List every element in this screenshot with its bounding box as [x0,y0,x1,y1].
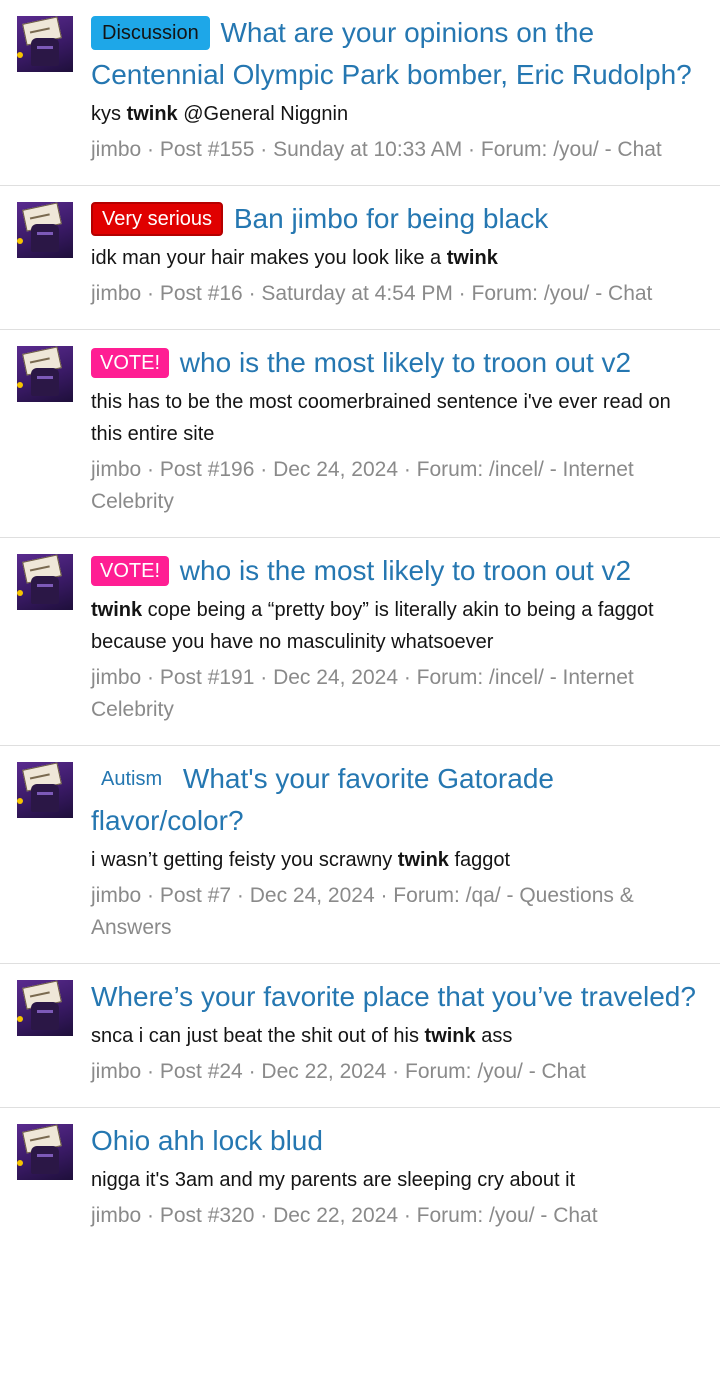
prefix-badge[interactable]: VOTE! [91,556,170,586]
post-snippet: i wasn’t getting feisty you scrawny twin… [91,849,511,871]
prefix-badge[interactable]: Discussion [91,16,210,50]
thread-title-link[interactable]: Ban jimbo for being black [234,203,548,234]
post-snippet: this has to be the most coomerbrained se… [91,391,671,445]
list-item: VOTE! who is the most likely to troon ou… [0,330,720,538]
prefix-badge[interactable]: Autism [91,764,172,794]
post-snippet: nigga it's 3am and my parents are sleepi… [91,1169,576,1191]
post-meta: jimbo · Post #320 · Dec 22, 2024 · Forum… [91,1204,598,1227]
search-results-list: Discussion What are your opinions on the… [0,0,720,1251]
result-title[interactable]: Where’s your favorite place that you’ve … [91,976,702,1018]
avatar[interactable] [17,554,73,610]
thread-title-link[interactable]: who is the most likely to troon out v2 [180,347,631,378]
post-meta: jimbo · Post #24 · Dec 22, 2024 · Forum:… [91,1060,586,1083]
prefix-badge[interactable]: Very serious [91,202,224,236]
avatar[interactable] [17,980,73,1036]
result-title[interactable]: Ohio ahh lock blud [91,1120,702,1162]
post-snippet: snca i can just beat the shit out of his… [91,1025,513,1047]
list-item: Ohio ahh lock blud nigga it's 3am and my… [0,1108,720,1251]
result-title[interactable]: VOTE! who is the most likely to troon ou… [91,342,702,384]
thread-title-link[interactable]: who is the most likely to troon out v2 [180,555,631,586]
post-snippet: idk man your hair makes you look like a … [91,247,498,269]
post-meta: jimbo · Post #16 · Saturday at 4:54 PM ·… [91,282,653,305]
list-item: VOTE! who is the most likely to troon ou… [0,538,720,746]
list-item: Very serious Ban jimbo for being black i… [0,186,720,330]
post-meta: jimbo · Post #155 · Sunday at 10:33 AM ·… [91,138,662,161]
avatar[interactable] [17,16,73,72]
avatar[interactable] [17,1124,73,1180]
result-title[interactable]: Discussion What are your opinions on the… [91,12,702,96]
post-meta: jimbo · Post #191 · Dec 24, 2024 · Forum… [91,666,634,721]
list-item: Where’s your favorite place that you’ve … [0,964,720,1108]
prefix-badge[interactable]: VOTE! [91,348,170,378]
result-title[interactable]: VOTE! who is the most likely to troon ou… [91,550,702,592]
post-snippet: kys twink @General Niggnin [91,103,349,125]
post-snippet: twink cope being a “pretty boy” is liter… [91,599,654,653]
thread-title-link[interactable]: Where’s your favorite place that you’ve … [91,981,696,1012]
post-meta: jimbo · Post #7 · Dec 24, 2024 · Forum: … [91,884,634,939]
thread-title-link[interactable]: Ohio ahh lock blud [91,1125,323,1156]
avatar[interactable] [17,346,73,402]
list-item: Discussion What are your opinions on the… [0,0,720,186]
avatar[interactable] [17,202,73,258]
list-item: Autism What's your favorite Gatorade fla… [0,746,720,964]
post-meta: jimbo · Post #196 · Dec 24, 2024 · Forum… [91,458,634,513]
result-title[interactable]: Very serious Ban jimbo for being black [91,198,702,240]
avatar[interactable] [17,762,73,818]
result-title[interactable]: Autism What's your favorite Gatorade fla… [91,758,702,842]
